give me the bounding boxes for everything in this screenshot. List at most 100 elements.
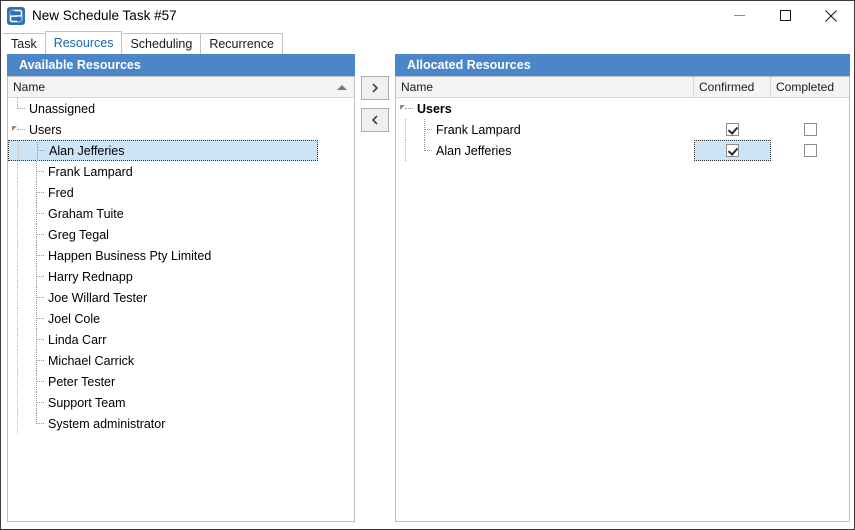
tree-connector — [27, 182, 46, 203]
tree-item-joel-cole[interactable]: Joel Cole — [8, 308, 354, 329]
tree-item-label: Frank Lampard — [48, 164, 133, 179]
column-header-completed[interactable]: Completed — [771, 77, 849, 97]
tree-indent — [9, 140, 28, 161]
tree-indent — [8, 266, 27, 287]
minimize-button[interactable] — [716, 1, 762, 30]
tree-indent — [8, 245, 27, 266]
allocated-resources-list: Users Frank Lampard Alan Jefferies — [396, 98, 849, 161]
available-resources-header: Available Resources — [7, 54, 355, 76]
tree-indent — [8, 287, 27, 308]
dialog-window: New Schedule Task #57 Task Resources Sch… — [0, 0, 855, 530]
completed-checkbox[interactable] — [803, 144, 817, 157]
tree-connector — [27, 266, 46, 287]
tree-indent — [8, 161, 27, 182]
tree-item-graham-tuite[interactable]: Graham Tuite — [8, 203, 354, 224]
group-label: Users — [417, 101, 452, 116]
completed-cell[interactable] — [771, 140, 849, 161]
column-header-name[interactable]: Name — [396, 77, 694, 97]
sort-ascending-icon — [337, 85, 347, 90]
chevron-right-icon — [372, 83, 379, 93]
tree-item-support-team[interactable]: Support Team — [8, 392, 354, 413]
confirmed-checkbox[interactable] — [726, 123, 739, 136]
tree-indent — [8, 371, 27, 392]
allocated-row-frank-lampard[interactable]: Frank Lampard — [396, 119, 849, 140]
maximize-button[interactable] — [762, 1, 808, 30]
tree-item-peter-tester[interactable]: Peter Tester — [8, 371, 354, 392]
tree-connector — [27, 287, 46, 308]
available-column-header: Name — [8, 77, 354, 98]
completed-cell[interactable] — [771, 119, 849, 140]
tree-item-fred[interactable]: Fred — [8, 182, 354, 203]
confirmed-cell-selected[interactable] — [694, 140, 771, 161]
tree-item-label: Users — [29, 122, 62, 137]
tab-strip: Task Resources Scheduling Recurrence — [1, 30, 854, 54]
tree-item-label: Fred — [48, 185, 74, 200]
available-resources-grid[interactable]: Name Unassigned Users Alan Jefferies Fra… — [7, 76, 355, 522]
confirmed-cell[interactable] — [694, 119, 771, 140]
tree-item-label: Linda Carr — [48, 332, 107, 347]
tree-indent — [8, 308, 27, 329]
resource-label: Frank Lampard — [436, 122, 521, 137]
remove-resource-button[interactable] — [361, 108, 389, 132]
close-icon — [825, 9, 837, 22]
tree-item-label: Support Team — [48, 395, 126, 410]
tree-item-users[interactable]: Users — [8, 119, 354, 140]
tree-indent — [8, 203, 27, 224]
tree-item-harry-rednapp[interactable]: Harry Rednapp — [8, 266, 354, 287]
tree-item-label: Greg Tegal — [48, 227, 109, 242]
confirmed-checkbox[interactable] — [726, 144, 739, 157]
tree-expander[interactable] — [8, 119, 27, 140]
allocated-group-users[interactable]: Users — [396, 98, 849, 119]
tab-scheduling[interactable]: Scheduling — [121, 33, 202, 54]
tree-item-linda-carr[interactable]: Linda Carr — [8, 329, 354, 350]
tab-resources[interactable]: Resources — [44, 31, 123, 54]
tree-indent — [8, 182, 27, 203]
tree-indent — [8, 329, 27, 350]
tree-connector — [27, 203, 46, 224]
add-resource-button[interactable] — [361, 76, 389, 100]
column-header-name[interactable]: Name — [8, 77, 354, 97]
chevron-left-icon — [371, 115, 378, 125]
tree-item-frank-lampard[interactable]: Frank Lampard — [8, 161, 354, 182]
tree-item-unassigned[interactable]: Unassigned — [8, 98, 354, 119]
tab-content-resources: Available Resources Name Unassigned User… — [1, 54, 854, 529]
tree-indent — [8, 350, 27, 371]
tree-item-happen-business-pty-limited[interactable]: Happen Business Pty Limited — [8, 245, 354, 266]
tree-item-label: Joel Cole — [48, 311, 101, 326]
app-icon — [7, 6, 25, 25]
tree-indent — [396, 119, 415, 140]
confirmed-cell — [694, 98, 771, 119]
allocated-row-alan-jefferies[interactable]: Alan Jefferies — [396, 140, 849, 161]
tab-recurrence[interactable]: Recurrence — [200, 33, 283, 54]
tree-item-label: Happen Business Pty Limited — [48, 248, 212, 263]
tree-connector — [27, 161, 46, 182]
tree-item-michael-carrick[interactable]: Michael Carrick — [8, 350, 354, 371]
available-resources-list: Unassigned Users Alan Jefferies Frank La… — [8, 98, 354, 434]
transfer-buttons — [361, 76, 391, 140]
tree-connector — [27, 413, 46, 434]
column-header-confirmed[interactable]: Confirmed — [694, 77, 771, 97]
tree-item-greg-tegal[interactable]: Greg Tegal — [8, 224, 354, 245]
tree-item-label: Joe Willard Tester — [48, 290, 148, 305]
completed-checkbox[interactable] — [803, 123, 817, 136]
close-button[interactable] — [808, 1, 854, 30]
tree-indent — [8, 413, 27, 434]
allocated-column-header: Name Confirmed Completed — [396, 77, 849, 98]
maximize-icon — [779, 10, 791, 21]
tree-item-system-administrator[interactable]: System administrator — [8, 413, 354, 434]
tree-item-joe-willard-tester[interactable]: Joe Willard Tester — [8, 287, 354, 308]
tree-indent — [8, 224, 27, 245]
tree-connector — [415, 140, 434, 161]
tree-item-label: Alan Jefferies — [49, 143, 125, 158]
tree-connector — [27, 308, 46, 329]
tree-expander[interactable] — [396, 98, 415, 119]
allocated-resources-grid[interactable]: Name Confirmed Completed Users Frank Lam… — [395, 76, 850, 522]
window-title: New Schedule Task #57 — [32, 8, 177, 23]
tree-connector — [415, 119, 434, 140]
tab-task[interactable]: Task — [3, 33, 46, 54]
window-controls — [716, 1, 854, 30]
completed-cell — [771, 98, 849, 119]
tree-item-alan-jefferies[interactable]: Alan Jefferies — [8, 140, 354, 161]
allocated-resources-header: Allocated Resources — [395, 54, 850, 76]
allocated-resources-panel: Allocated Resources Name Confirmed Compl… — [395, 54, 850, 522]
